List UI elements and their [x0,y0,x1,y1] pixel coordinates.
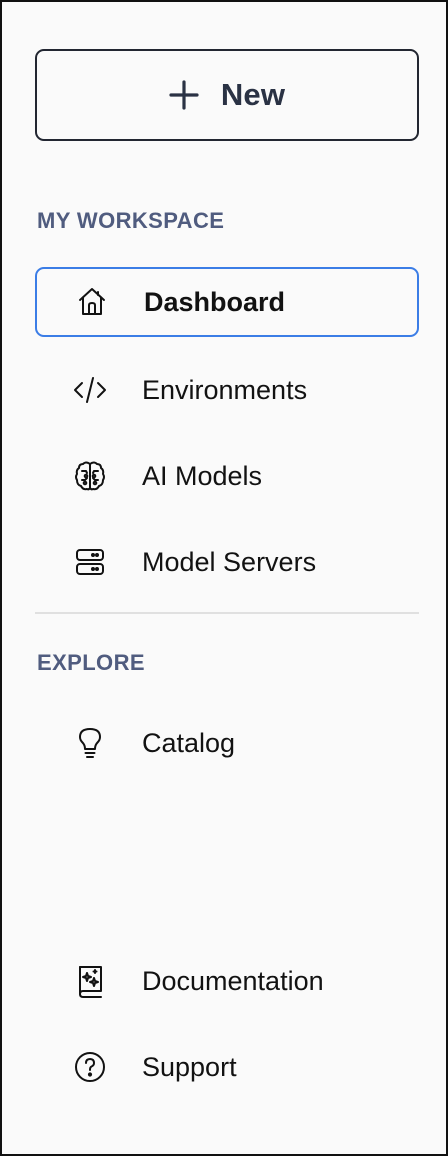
sidebar-item-label: Catalog [142,727,236,758]
section-divider [35,612,419,614]
sidebar-item-model-servers[interactable]: Model Servers [35,527,419,597]
brain-icon [71,457,109,495]
sidebar-item-environments[interactable]: Environments [35,355,419,425]
server-icon [71,543,109,581]
code-icon [71,371,109,409]
sidebar-item-label: Environments [142,374,308,405]
sidebar-item-label: Documentation [142,965,324,996]
sidebar-item-catalog[interactable]: Catalog [35,708,419,778]
plus-icon [169,80,199,110]
sidebar-item-label: Model Servers [142,546,317,577]
section-title-explore: EXPLORE [37,650,145,675]
help-circle-icon [71,1048,109,1086]
new-button-label: New [220,77,286,112]
home-icon [73,283,111,321]
new-button[interactable]: New [35,49,419,141]
sidebar-item-dashboard[interactable]: Dashboard [35,267,419,337]
sidebar-item-ai-models[interactable]: AI Models [35,441,419,511]
sidebar-item-documentation[interactable]: Documentation [35,946,419,1016]
book-icon [71,962,109,1000]
lightbulb-icon [71,724,109,762]
sidebar: New MY WORKSPACE Dashboard Environments [0,0,448,1156]
sidebar-item-support[interactable]: Support [35,1032,419,1102]
sidebar-item-label: Dashboard [144,286,286,317]
section-title-my-workspace: MY WORKSPACE [37,208,225,233]
sidebar-item-label: AI Models [142,460,263,491]
sidebar-item-label: Support [142,1051,237,1082]
